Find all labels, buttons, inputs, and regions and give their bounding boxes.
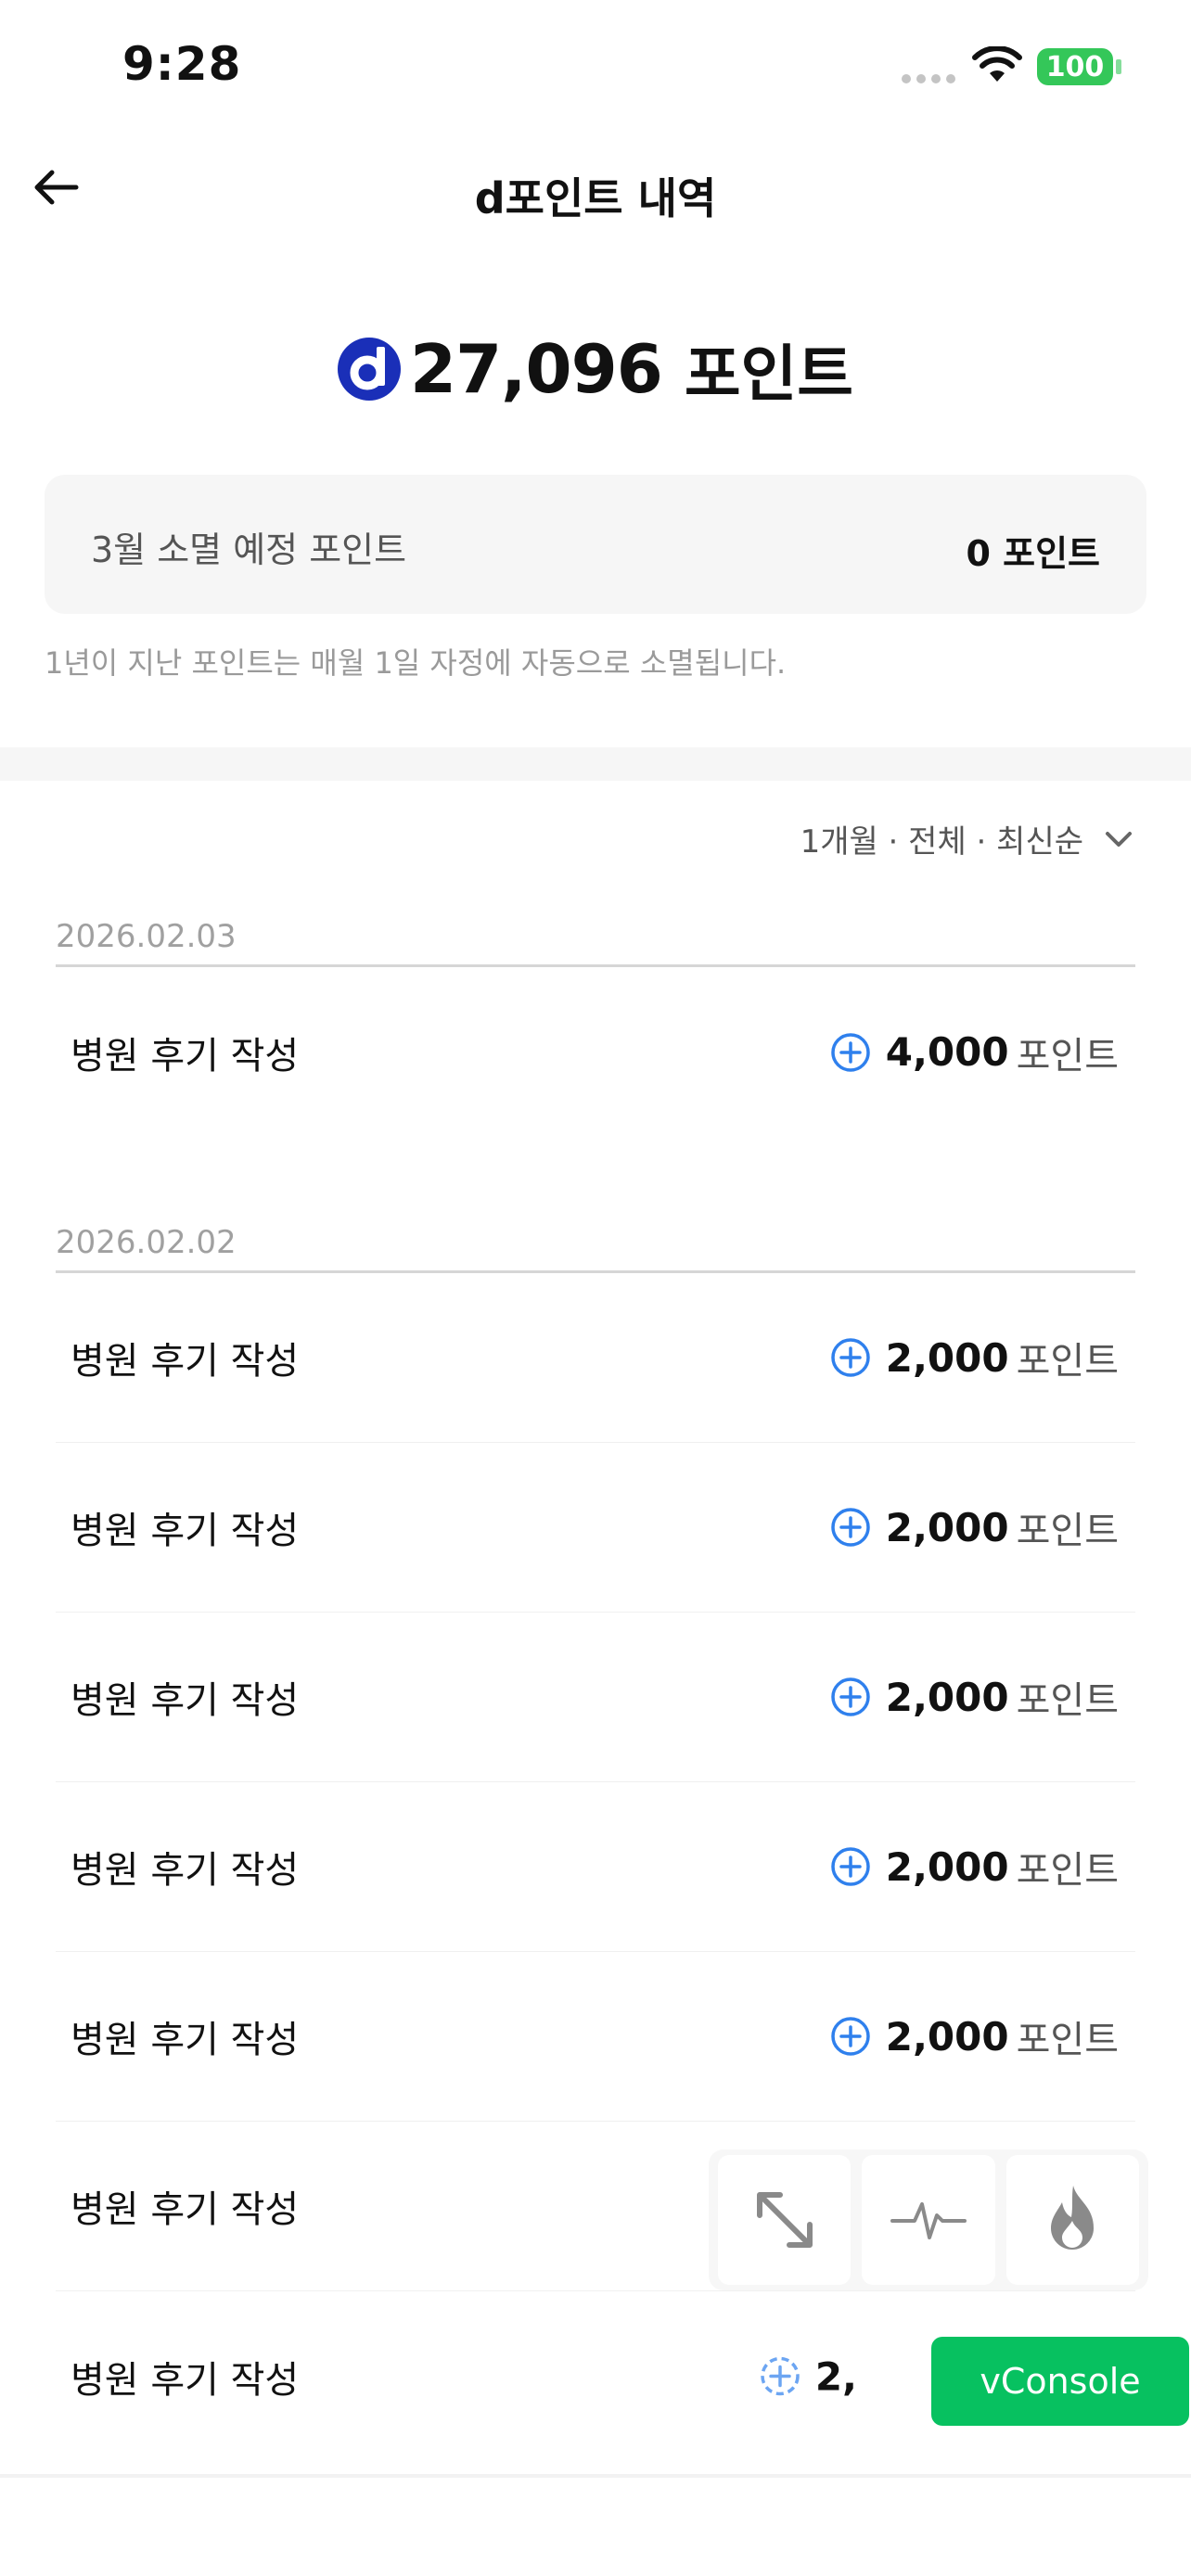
points-balance: 27,096 포인트 bbox=[0, 325, 1191, 414]
battery-indicator: 100 bbox=[1037, 48, 1113, 85]
transaction-title: 병원 후기 작성 bbox=[70, 1679, 300, 1722]
amount-unit: 포인트 bbox=[1016, 1849, 1119, 1892]
plus-circle-icon bbox=[830, 1677, 870, 1716]
vconsole-button[interactable]: vConsole bbox=[931, 2337, 1189, 2426]
amount-value: 2, bbox=[814, 2353, 857, 2399]
transaction-amount: 2,000 포인트 bbox=[830, 1331, 1119, 1384]
bottom-divider bbox=[0, 2474, 1191, 2478]
expiry-note: 1년이 지난 포인트는 매월 1일 자정에 자동으로 소멸됩니다. bbox=[45, 645, 787, 681]
amount-unit: 포인트 bbox=[1016, 1510, 1119, 1552]
transaction-amount: 2,000 포인트 bbox=[830, 1500, 1119, 1554]
transaction-amount: 2,000 포인트 bbox=[830, 1840, 1119, 1894]
amount-unit: 포인트 bbox=[1016, 1034, 1119, 1078]
amount-unit: 포인트 bbox=[1016, 1679, 1119, 1722]
wifi-icon bbox=[972, 46, 1022, 82]
transaction-title: 병원 후기 작성 bbox=[70, 1510, 300, 1552]
flame-icon bbox=[1051, 2186, 1095, 2250]
list-item[interactable]: 병원 후기 작성 2,000 포인트 bbox=[56, 1952, 1135, 2122]
battery-cap bbox=[1116, 59, 1121, 74]
filter-label: 1개월 · 전체 · 최신순 bbox=[800, 823, 1083, 861]
expiry-value: 0 포인트 bbox=[966, 533, 1100, 574]
transaction-title: 병원 후기 작성 bbox=[70, 2019, 300, 2061]
performance-button[interactable] bbox=[862, 2155, 995, 2285]
pulse-icon bbox=[890, 2202, 967, 2239]
list-item[interactable]: 병원 후기 작성 2,000 포인트 bbox=[56, 1443, 1135, 1613]
transaction-title: 병원 후기 작성 bbox=[70, 1849, 300, 1892]
transaction-amount: 2, bbox=[760, 2353, 857, 2399]
amount-value: 2,000 bbox=[885, 1334, 1009, 1381]
status-bar: 9:28 100 bbox=[0, 0, 1191, 130]
hot-reload-button[interactable] bbox=[1005, 2155, 1139, 2285]
list-item[interactable]: 병원 후기 작성 2,000 포인트 bbox=[56, 1613, 1135, 1782]
expiry-summary: 3월 소멸 예정 포인트 0 포인트 bbox=[45, 475, 1146, 614]
balance-unit: 포인트 bbox=[684, 338, 853, 410]
amount-value: 4,000 bbox=[885, 1029, 1009, 1075]
page-title: d포인트 내역 bbox=[474, 173, 717, 223]
date-label: 2026.02.02 bbox=[56, 1224, 237, 1261]
expand-button[interactable] bbox=[718, 2155, 852, 2285]
chevron-down-icon bbox=[1106, 831, 1132, 847]
amount-unit: 포인트 bbox=[1016, 2019, 1119, 2061]
transaction-amount: 4,000 포인트 bbox=[830, 1026, 1119, 1079]
amount-value: 2,000 bbox=[885, 2013, 1009, 2060]
amount-value: 2,000 bbox=[885, 1674, 1009, 1720]
nav-bar: d포인트 내역 bbox=[0, 139, 1191, 241]
filter-dropdown[interactable]: 1개월 · 전체 · 최신순 bbox=[800, 816, 1137, 861]
floating-tool-panel bbox=[709, 2149, 1148, 2290]
signal-icon bbox=[902, 74, 957, 85]
d-point-logo-icon bbox=[337, 338, 401, 401]
transaction-amount: 2,000 포인트 bbox=[830, 2009, 1119, 2063]
transaction-amount: 2,000 포인트 bbox=[830, 1670, 1119, 1724]
date-group: 2026.02.03 병원 후기 작성 4,000 포인트 bbox=[56, 909, 1135, 1137]
section-divider bbox=[0, 747, 1191, 781]
transaction-title: 병원 후기 작성 bbox=[70, 1034, 300, 1078]
amount-value: 2,000 bbox=[885, 1504, 1009, 1550]
amount-value: 2,000 bbox=[885, 1843, 1009, 1890]
amount-unit: 포인트 bbox=[1016, 1340, 1119, 1383]
status-time: 9:28 bbox=[122, 37, 242, 91]
balance-value: 27,096 bbox=[409, 330, 663, 408]
list-item[interactable]: 병원 후기 작성 2,000 포인트 bbox=[56, 1782, 1135, 1952]
plus-circle-icon bbox=[830, 1847, 870, 1886]
date-label: 2026.02.03 bbox=[56, 918, 237, 955]
plus-circle-icon bbox=[830, 2017, 870, 2056]
expiry-label: 3월 소멸 예정 포인트 bbox=[91, 529, 407, 570]
expand-icon bbox=[756, 2192, 813, 2248]
plus-circle-icon bbox=[830, 1032, 870, 1072]
transaction-title: 병원 후기 작성 bbox=[70, 2358, 300, 2402]
list-item[interactable]: 병원 후기 작성 4,000 포인트 bbox=[56, 967, 1135, 1137]
plus-circle-icon bbox=[830, 1338, 870, 1377]
transaction-title: 병원 후기 작성 bbox=[70, 2188, 300, 2231]
plus-circle-icon bbox=[830, 1508, 870, 1547]
list-item[interactable]: 병원 후기 작성 2,000 포인트 bbox=[56, 1273, 1135, 1443]
plus-circle-icon bbox=[761, 2356, 800, 2396]
transaction-title: 병원 후기 작성 bbox=[70, 1340, 300, 1383]
